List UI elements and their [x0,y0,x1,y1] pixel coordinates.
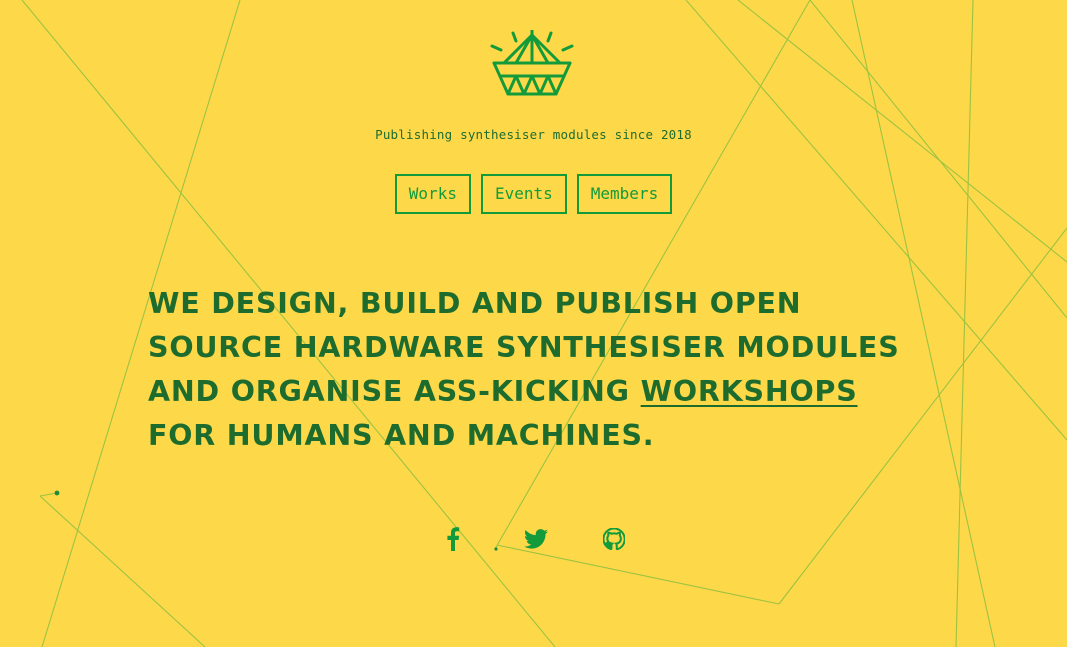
twitter-link[interactable] [523,526,549,552]
workshops-link[interactable]: workshops [641,375,858,408]
github-icon [603,528,625,550]
twitter-icon [524,529,548,549]
facebook-link[interactable] [440,526,466,552]
hero-headline: We design, build and publish open source… [148,282,928,458]
nav-works-button[interactable]: Works [394,174,471,214]
tagline: Publishing synthesiser modules since 201… [375,127,692,142]
nav-members-button[interactable]: Members [576,174,673,214]
facebook-icon [447,527,460,551]
nav-events-button[interactable]: Events [480,174,567,214]
github-link[interactable] [601,526,627,552]
diamond-logo-icon[interactable] [488,30,576,100]
main-nav: Works Events Members [0,174,1067,214]
headline-trailing-text: for humans and machines. [148,419,655,452]
